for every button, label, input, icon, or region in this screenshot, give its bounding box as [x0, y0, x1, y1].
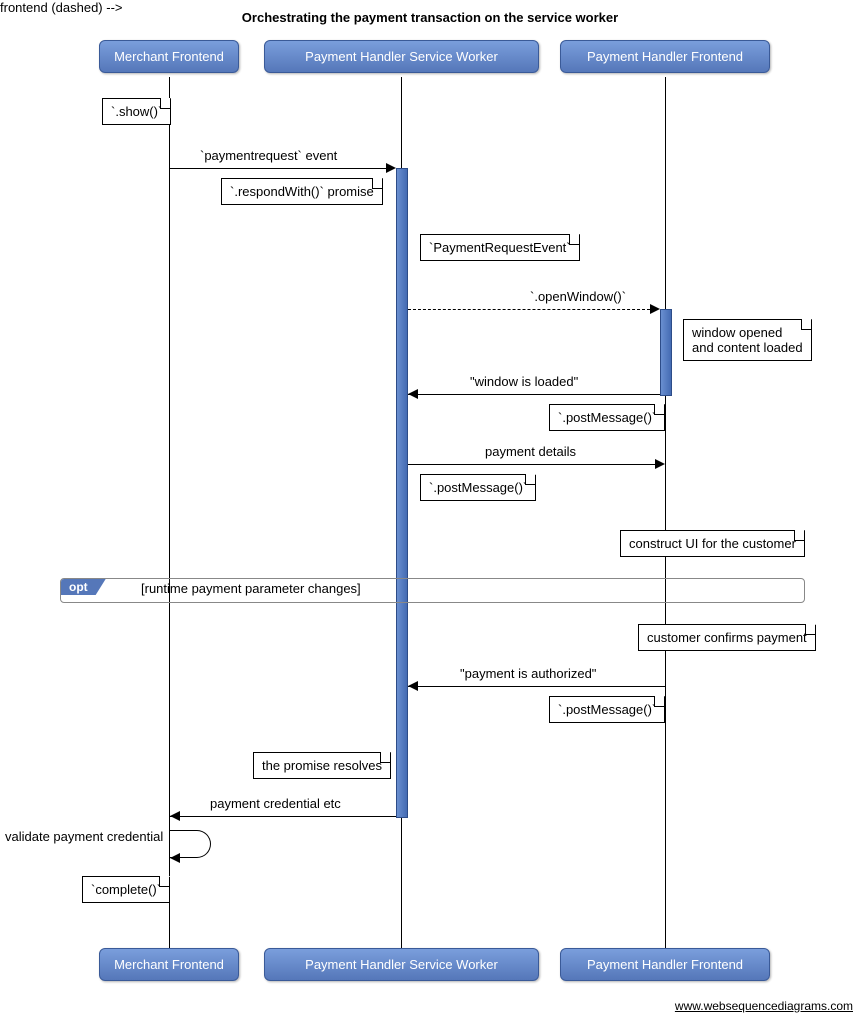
note-windowopened: window opened and content loaded [683, 319, 812, 361]
actor-sw-top: Payment Handler Service Worker [264, 40, 539, 73]
actor-merchant-top: Merchant Frontend [99, 40, 239, 73]
note-promise-resolves: the promise resolves [253, 752, 391, 779]
note-respondwith: `.respondWith()` promise [221, 178, 383, 205]
arrow-paymentcredential [170, 816, 396, 817]
actor-merchant-bottom: Merchant Frontend [99, 948, 239, 981]
note-postmessage-1: `.postMessage()` [549, 404, 665, 431]
note-construct-ui: construct UI for the customer [620, 530, 805, 557]
opt-condition: [runtime payment parameter changes] [141, 581, 361, 596]
note-complete: `complete()` [82, 876, 170, 903]
note-postmessage-3: `.postMessage()` [549, 696, 665, 723]
actor-sw-bottom: Payment Handler Service Worker [264, 948, 539, 981]
arrowhead-paymentauthorized [408, 681, 418, 691]
msg-paymentauthorized: "payment is authorized" [460, 666, 596, 681]
activation-frontend [660, 309, 672, 396]
arrowhead-validate [170, 853, 180, 863]
msg-openwindow: `.openWindow()` [530, 289, 626, 304]
arrow-openwindow [408, 309, 650, 310]
actor-frontend-top: Payment Handler Frontend [560, 40, 770, 73]
arrowhead-openwindow [650, 304, 660, 314]
note-paymentrequestevent: `PaymentRequestEvent` [420, 234, 580, 261]
arrowhead-windowloaded [408, 389, 418, 399]
msg-validate: validate payment credential [5, 829, 163, 844]
msg-windowloaded: "window is loaded" [470, 374, 578, 389]
sequence-diagram: Orchestrating the payment transaction on… [0, 0, 863, 1019]
note-windowopened-line2: and content loaded [692, 340, 803, 355]
activation-sw [396, 168, 408, 818]
diagram-title: Orchestrating the payment transaction on… [200, 10, 660, 25]
arrowhead-paymentrequest [386, 163, 396, 173]
note-windowopened-line1: window opened [692, 325, 782, 340]
msg-paymentcredential: payment credential etc [210, 796, 341, 811]
arrowhead-paymentcredential [170, 811, 180, 821]
footer-link[interactable]: www.websequencediagrams.com [675, 999, 853, 1013]
arrow-paymentdetails [408, 464, 655, 465]
note-postmessage-2: `.postMessage()` [420, 474, 536, 501]
arrowhead-paymentdetails [655, 459, 665, 469]
note-show: `.show()` [102, 98, 171, 125]
opt-label: opt [61, 579, 106, 595]
arrow-windowloaded [408, 394, 660, 395]
arrow-paymentrequest [170, 168, 386, 169]
actor-frontend-bottom: Payment Handler Frontend [560, 948, 770, 981]
msg-paymentrequest: `paymentrequest` event [200, 148, 337, 163]
arrow-paymentauthorized [408, 686, 665, 687]
msg-paymentdetails: payment details [485, 444, 576, 459]
opt-frame: opt [runtime payment parameter changes] [60, 578, 805, 603]
lifeline-frontend [665, 77, 666, 948]
note-customer-confirms: customer confirms payment [638, 624, 816, 651]
